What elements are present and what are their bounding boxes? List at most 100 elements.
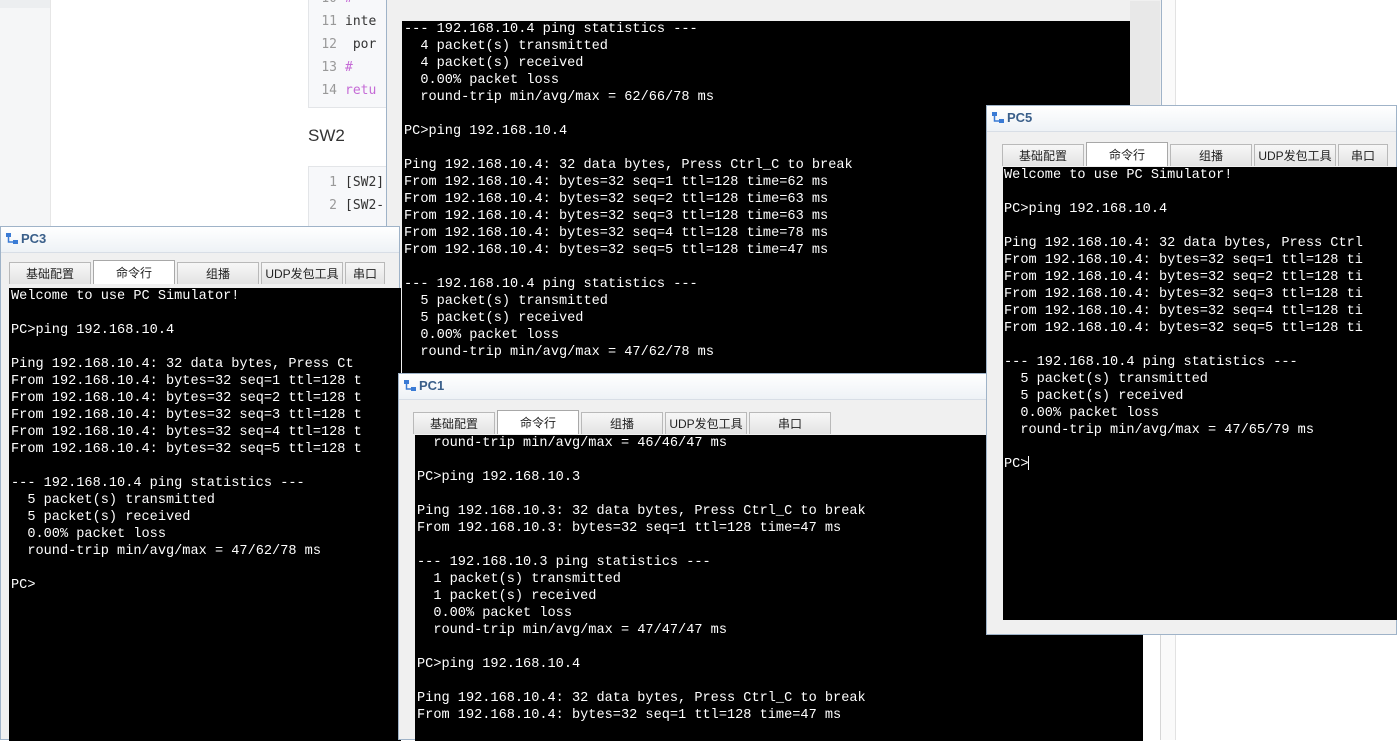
code-line: 2 [SW2- <box>309 195 391 217</box>
terminal-line: 0.00% packet loss <box>1004 406 1159 421</box>
terminal-line: PC> <box>1004 456 1030 472</box>
line-number: 14 <box>321 83 337 98</box>
terminal-line: round-trip min/avg/max = 47/62/78 ms <box>11 544 321 559</box>
code-line: 14 retu <box>309 80 391 102</box>
terminal-line: From 192.168.10.4: bytes=32 seq=1 ttl=12… <box>11 374 362 389</box>
terminal-line: 5 packet(s) received <box>1004 389 1184 404</box>
window-title: PC3 <box>21 231 47 246</box>
tab-bar: 基础配置 命令行 组播 UDP发包工具 串口 <box>1002 142 1390 166</box>
titlebar[interactable]: PC5 <box>987 106 1396 132</box>
tab-command-line[interactable]: 命令行 <box>93 260 175 284</box>
code-line: 11 inte <box>309 11 391 33</box>
tab-serial[interactable]: 串口 <box>345 262 385 284</box>
tab-udp-tool[interactable]: UDP发包工具 <box>1254 144 1336 166</box>
tab-udp-tool[interactable]: UDP发包工具 <box>665 412 747 434</box>
tab-command-line[interactable]: 命令行 <box>497 410 579 434</box>
tab-udp-tool[interactable]: UDP发包工具 <box>261 262 343 284</box>
terminal-line: 0.00% packet loss <box>11 527 166 542</box>
code-line: 12 por <box>309 34 391 56</box>
terminal-line: --- 192.168.10.4 ping statistics --- <box>404 22 698 37</box>
pc5-window[interactable]: PC5 基础配置 命令行 组播 UDP发包工具 串口 Welcome to use PC… <box>986 105 1397 635</box>
terminal-line: 4 packet(s) received <box>404 56 584 71</box>
code-line: 1 [SW2] <box>309 172 391 194</box>
text-cursor <box>1028 456 1030 471</box>
terminal-line: 5 packet(s) transmitted <box>1004 372 1208 387</box>
code-line: 10# <box>309 0 391 10</box>
terminal-line: From 192.168.10.4: bytes=32 seq=2 ttl=12… <box>11 391 362 406</box>
line-number: 10 <box>309 0 345 10</box>
terminal-line: From 192.168.10.4: bytes=32 seq=5 ttl=12… <box>1004 321 1363 336</box>
tab-multicast[interactable]: 组播 <box>581 412 663 434</box>
tab-bar: 基础配置 命令行 组播 UDP发包工具 串口 <box>413 410 833 434</box>
tab-multicast[interactable]: 组播 <box>177 262 259 284</box>
tab-serial[interactable]: 串口 <box>1338 144 1388 166</box>
terminal-line: From 192.168.10.4: bytes=32 seq=1 ttl=12… <box>1004 253 1363 268</box>
terminal-line: Ping 192.168.10.4: 32 data bytes, Press … <box>1004 236 1363 251</box>
pc3-window[interactable]: PC3 基础配置 命令行 组播 UDP发包工具 串口 Welcome to use PC… <box>0 226 401 741</box>
tab-basic-config[interactable]: 基础配置 <box>1002 144 1084 166</box>
tab-basic-config[interactable]: 基础配置 <box>413 412 495 434</box>
tab-bar: 基础配置 命令行 组播 UDP发包工具 串口 <box>9 260 387 284</box>
line-number: 1 <box>329 175 337 190</box>
tab-basic-config[interactable]: 基础配置 <box>9 262 91 284</box>
terminal[interactable]: Welcome to use PC Simulator! PC>ping 192.… <box>1003 167 1397 620</box>
code-text: [SW2] <box>345 175 385 190</box>
terminal-line: From 192.168.10.4: bytes=32 seq=3 ttl=12… <box>11 408 362 423</box>
terminal[interactable]: Welcome to use PC Simulator! PC>ping 192.… <box>9 288 401 741</box>
terminal-line: PC>ping 192.168.10.4 <box>1004 202 1168 217</box>
titlebar[interactable]: PC3 <box>1 227 399 253</box>
code-text: # <box>345 60 353 75</box>
tab-command-line[interactable]: 命令行 <box>1086 142 1168 166</box>
terminal-line: round-trip min/avg/max = 47/65/79 ms <box>1004 423 1314 438</box>
tab-multicast[interactable]: 组播 <box>1170 144 1252 166</box>
terminal-line: Welcome to use PC Simulator! <box>11 289 240 304</box>
line-number: 13 <box>321 60 337 75</box>
code-line: 13 # <box>309 57 391 79</box>
terminal-line: --- 192.168.10.4 ping statistics --- <box>1004 355 1298 370</box>
terminal-line: From 192.168.10.4: bytes=32 seq=1 ttl=12… <box>417 708 842 723</box>
network-pc-icon <box>992 112 1004 123</box>
code-text: por <box>345 37 377 52</box>
terminal-line: From 192.168.10.4: bytes=32 seq=4 ttl=12… <box>11 425 362 440</box>
doc-sidebar <box>0 0 51 230</box>
terminal-line: round-trip min/avg/max = 62/66/78 ms <box>404 90 714 105</box>
terminal-line: --- 192.168.10.4 ping statistics --- <box>11 476 305 491</box>
terminal-line: 5 packet(s) received <box>11 510 191 525</box>
code-text: [SW2- <box>345 198 385 213</box>
pc1-window[interactable]: PC1 基础配置 命令行 组播 UDP发包工具 串口 round-trip min/av… <box>398 373 1143 741</box>
line-number: 12 <box>321 37 337 52</box>
terminal-line: PC>ping 192.168.10.4 <box>11 323 175 338</box>
terminal-line: Ping 192.168.10.4: 32 data bytes, Press … <box>417 691 866 706</box>
line-number: 11 <box>321 14 337 29</box>
terminal-line: From 192.168.10.4: bytes=32 seq=2 ttl=12… <box>1004 270 1363 285</box>
line-number: 2 <box>329 198 337 213</box>
tab-serial[interactable]: 串口 <box>749 412 831 434</box>
window-title: PC5 <box>1007 110 1033 125</box>
terminal-line: From 192.168.10.4: bytes=32 seq=5 ttl=12… <box>11 442 362 457</box>
window-title: PC1 <box>419 378 445 393</box>
code-block: 10# 11 inte 12 por 13 #14 retu <box>308 0 392 108</box>
network-pc-icon <box>404 380 416 391</box>
terminal-line: Welcome to use PC Simulator! <box>1004 168 1233 183</box>
terminal-line: From 192.168.10.4: bytes=32 seq=4 ttl=12… <box>1004 304 1363 319</box>
code-text: retu <box>345 83 377 98</box>
terminal-line: From 192.168.10.4: bytes=32 seq=3 ttl=12… <box>1004 287 1363 302</box>
terminal-line: Ping 192.168.10.4: 32 data bytes, Press … <box>11 357 354 372</box>
terminal-line: 0.00% packet loss <box>404 73 559 88</box>
section-heading: SW2 <box>308 126 345 145</box>
terminal-line: PC>ping 192.168.10.4 <box>417 657 581 672</box>
code-text: inte <box>345 14 377 29</box>
titlebar[interactable]: PC1 <box>399 374 989 400</box>
terminal-line: PC> <box>11 578 36 593</box>
network-pc-icon <box>6 233 18 244</box>
